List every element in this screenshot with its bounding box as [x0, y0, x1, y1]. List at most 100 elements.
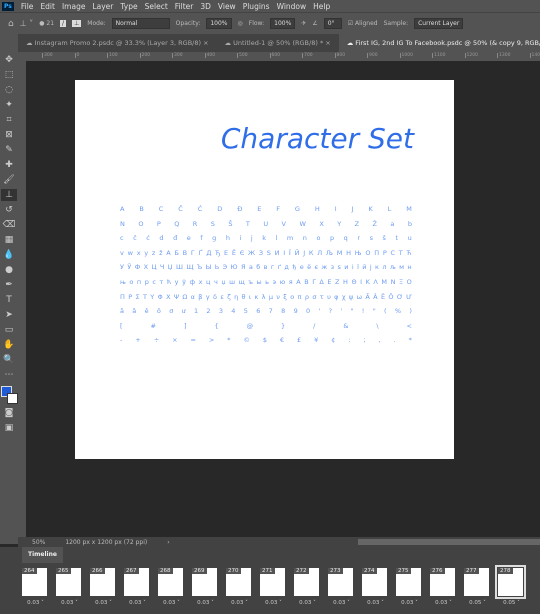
eraser-tool-icon[interactable]: ⌫	[1, 219, 17, 231]
rectangle-tool-icon[interactable]: ▭	[1, 324, 17, 336]
menu-help[interactable]: Help	[313, 2, 330, 11]
frame-thumbnail[interactable]: 265	[56, 568, 81, 596]
close-tab-icon[interactable]: ×	[323, 39, 330, 47]
menu-layer[interactable]: Layer	[92, 2, 113, 11]
menu-filter[interactable]: Filter	[175, 2, 194, 11]
menu-edit[interactable]: Edit	[40, 2, 55, 11]
frame-tool-icon[interactable]: ⊠	[1, 129, 17, 141]
timeline-frame[interactable]: 265 0.03 ˅	[56, 568, 83, 606]
frame-delay-select[interactable]: 0.03 ˅	[430, 600, 457, 606]
frame-thumbnail[interactable]: 273	[328, 568, 353, 596]
document-canvas[interactable]: Character Set A B C Č Ć D Đ E F G H I J K L M N O P Q R S Š T U V…	[75, 80, 454, 459]
document-tab[interactable]: ☁ First IG, 2nd IG To Facebook.psdc @ 50…	[338, 34, 540, 52]
frame-delay-select[interactable]: 0.03 ˅	[362, 600, 389, 606]
frame-thumbnail[interactable]: 274	[362, 568, 387, 596]
crop-tool-icon[interactable]: ⌗	[1, 114, 17, 126]
brush-preset-picker[interactable]: ● 21	[39, 20, 54, 27]
frame-thumbnail[interactable]: 272	[294, 568, 319, 596]
timeline-frame[interactable]: 266 0.03 ˅	[90, 568, 117, 606]
timeline-frame[interactable]: 275 0.03 ˅	[396, 568, 423, 606]
frame-thumbnail[interactable]: 271	[260, 568, 285, 596]
frame-delay-select[interactable]: 0.03 ˅	[90, 600, 117, 606]
frame-thumbnail[interactable]: 270	[226, 568, 251, 596]
clone-stamp-tool-icon[interactable]: ⊥ ˅	[20, 19, 34, 28]
frame-delay-select[interactable]: 0.03 ˅	[22, 600, 49, 606]
menu-select[interactable]: Select	[145, 2, 168, 11]
screen-mode-icon[interactable]: ▣	[1, 422, 17, 434]
frame-delay-select[interactable]: 0.03 ˅	[124, 600, 151, 606]
frame-delay-select[interactable]: 0.03 ˅	[192, 600, 219, 606]
document-tab[interactable]: ☁ Instagram Promo 2.psdc @ 33.3% (Layer …	[18, 34, 217, 52]
frame-delay-select[interactable]: 0.03 ˅	[158, 600, 185, 606]
frame-thumbnail[interactable]: 275	[396, 568, 421, 596]
frame-thumbnail[interactable]: 276	[430, 568, 455, 596]
frame-thumbnail[interactable]: 278	[495, 565, 526, 599]
frame-delay-select[interactable]: 0.03 ˅	[294, 600, 321, 606]
clone-stamp-tool-icon[interactable]: ⊥	[1, 189, 17, 201]
status-arrow-icon[interactable]: ›	[167, 539, 169, 546]
type-tool-icon[interactable]: T	[1, 294, 17, 306]
document-tab[interactable]: ☁ Untitled-1 @ 50% (RGB/8) * ×	[217, 34, 339, 52]
menu-3d[interactable]: 3D	[200, 2, 211, 11]
frame-delay-select[interactable]: 0.03 ˅	[260, 600, 287, 606]
opacity-input[interactable]: 100%	[206, 18, 232, 29]
sample-select[interactable]: Current Layer	[414, 18, 464, 29]
background-color-swatch[interactable]	[7, 393, 18, 404]
aligned-checkbox[interactable]: ☑ Aligned	[348, 20, 378, 27]
move-tool-icon[interactable]: ✥	[1, 54, 17, 66]
frame-thumbnail[interactable]: 267	[124, 568, 149, 596]
timeline-frame[interactable]: 272 0.03 ˅	[294, 568, 321, 606]
timeline-frame[interactable]: 277 0.05 ˅	[464, 568, 491, 606]
menu-type[interactable]: Type	[120, 2, 137, 11]
more-tools-icon[interactable]: ⋯	[1, 369, 17, 381]
healing-brush-tool-icon[interactable]: ✚	[1, 159, 17, 171]
menu-window[interactable]: Window	[277, 2, 307, 11]
frame-delay-select[interactable]: 0.05 ˅	[464, 600, 491, 606]
timeline-frame[interactable]: 269 0.03 ˅	[192, 568, 219, 606]
timeline-frame[interactable]: 276 0.03 ˅	[430, 568, 457, 606]
history-brush-tool-icon[interactable]: ↺	[1, 204, 17, 216]
pressure-opacity-icon[interactable]: ◎	[238, 20, 243, 27]
frame-delay-select[interactable]: 0.03 ˅	[226, 600, 253, 606]
frame-thumbnail[interactable]: 269	[192, 568, 217, 596]
frame-delay-select[interactable]: 0.05 ˅	[498, 600, 525, 606]
zoom-level[interactable]: 50%	[32, 539, 45, 546]
menu-plugins[interactable]: Plugins	[243, 2, 270, 11]
magic-wand-tool-icon[interactable]: ✦	[1, 99, 17, 111]
timeline-frame[interactable]: 267 0.03 ˅	[124, 568, 151, 606]
frame-delay-select[interactable]: 0.03 ˅	[396, 600, 423, 606]
menu-view[interactable]: View	[218, 2, 236, 11]
dodge-tool-icon[interactable]: ●	[1, 264, 17, 276]
airbrush-icon[interactable]: ✈	[301, 20, 306, 27]
frame-thumbnail[interactable]: 264	[22, 568, 47, 596]
brush-settings-icon[interactable]: /	[60, 20, 67, 27]
path-selection-tool-icon[interactable]: ➤	[1, 309, 17, 321]
frame-thumbnail[interactable]: 266	[90, 568, 115, 596]
timeline-tab[interactable]: Timeline	[22, 547, 63, 563]
frame-thumbnail[interactable]: 268	[158, 568, 183, 596]
brush-tool-icon[interactable]: 🖌	[1, 174, 17, 186]
menu-image[interactable]: Image	[62, 2, 86, 11]
marquee-tool-icon[interactable]: ⬚	[1, 69, 17, 81]
pen-tool-icon[interactable]: ✒	[1, 279, 17, 291]
home-icon[interactable]: ⌂	[8, 19, 14, 29]
horizontal-scrollbar[interactable]	[358, 539, 540, 545]
timeline-frame[interactable]: 264 0.03 ˅	[22, 568, 49, 606]
frame-delay-select[interactable]: 0.03 ˅	[56, 600, 83, 606]
blur-tool-icon[interactable]: 💧	[1, 249, 17, 261]
timeline-frame[interactable]: 273 0.03 ˅	[328, 568, 355, 606]
timeline-frame[interactable]: 278 0.05 ˅	[495, 565, 526, 606]
timeline-frame[interactable]: 268 0.03 ˅	[158, 568, 185, 606]
flow-input[interactable]: 100%	[270, 18, 296, 29]
mode-select[interactable]: Normal	[111, 18, 170, 29]
menu-file[interactable]: File	[21, 2, 34, 11]
quick-mask-icon[interactable]: ◙	[1, 407, 17, 419]
hand-tool-icon[interactable]: ✋	[1, 339, 17, 351]
lasso-tool-icon[interactable]: ◌	[1, 84, 17, 96]
timeline-frame[interactable]: 270 0.03 ˅	[226, 568, 253, 606]
timeline-frame[interactable]: 271 0.03 ˅	[260, 568, 287, 606]
eyedropper-tool-icon[interactable]: ✎	[1, 144, 17, 156]
gradient-tool-icon[interactable]: ▦	[1, 234, 17, 246]
angle-input[interactable]: 0°	[323, 18, 342, 29]
frame-thumbnail[interactable]: 277	[464, 568, 489, 596]
